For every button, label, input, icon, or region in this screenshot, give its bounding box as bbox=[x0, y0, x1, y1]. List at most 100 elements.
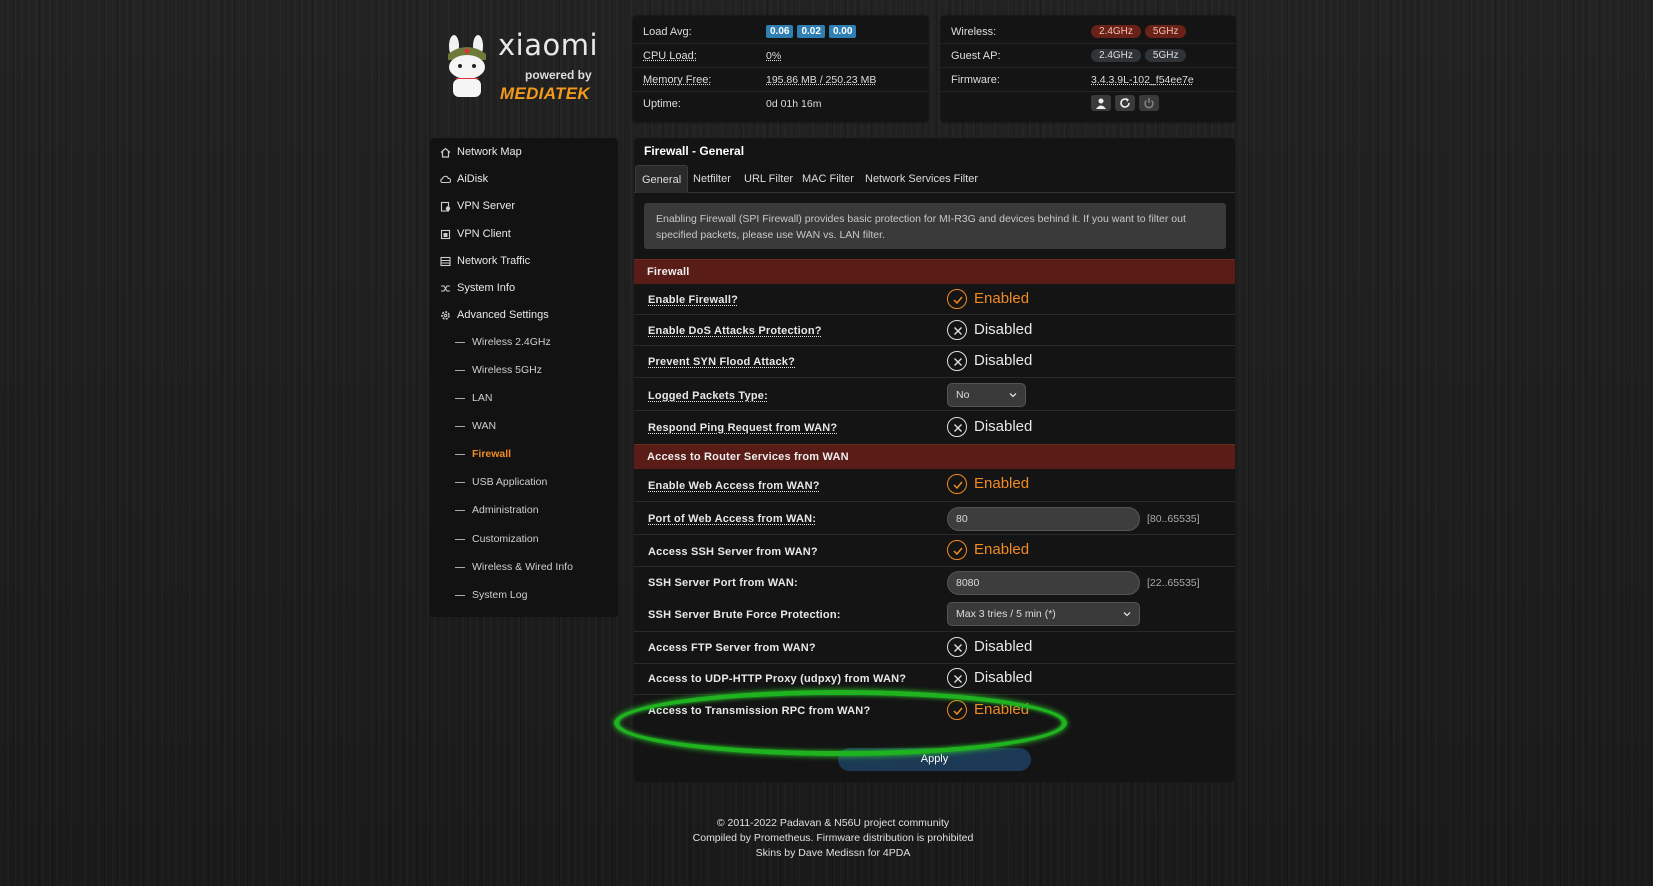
row-web-port: Port of Web Access from WAN: 80 [80..655… bbox=[634, 502, 1235, 535]
sidebar-subitem-label: Wireless 5GHz bbox=[472, 364, 543, 376]
row-web-access: Enable Web Access from WAN? Enabled bbox=[634, 469, 1235, 502]
memory-label[interactable]: Memory Free: bbox=[643, 74, 711, 86]
tab-mac-filter[interactable]: MAC Filter bbox=[802, 165, 854, 193]
sidebar-item-network-map[interactable]: Network Map bbox=[430, 140, 618, 166]
sidebar-subitem-lan[interactable]: LAN bbox=[430, 386, 618, 412]
sidebar-subitem-label: Firewall bbox=[472, 448, 512, 460]
row-ssh-port: SSH Server Port from WAN: 8080 [22..6553… bbox=[634, 567, 1235, 599]
cpu-label[interactable]: CPU Load: bbox=[643, 50, 697, 62]
dash-icon bbox=[455, 595, 465, 596]
wireless-row: Wireless: 2.4GHz 5GHz bbox=[941, 20, 1235, 44]
user-icon[interactable] bbox=[1091, 95, 1111, 111]
uptime-label: Uptime: bbox=[643, 98, 681, 110]
tab-bar: General Netfilter URL Filter MAC Filter … bbox=[634, 165, 1235, 193]
select-value: No bbox=[956, 389, 970, 401]
tab-general[interactable]: General bbox=[635, 165, 689, 193]
sidebar-item-label: System Info bbox=[457, 282, 516, 294]
footer-skins: Skins by Dave Medissn for 4PDA bbox=[755, 847, 911, 859]
sidebar-subitem-administration[interactable]: Administration bbox=[430, 498, 618, 524]
row-dos-protection: Enable DoS Attacks Protection? Disabled bbox=[634, 315, 1235, 346]
sidebar-item-system-info[interactable]: System Info bbox=[430, 276, 618, 302]
row-ssh-access: Access SSH Server from WAN? Enabled bbox=[634, 535, 1235, 567]
brute-force-select[interactable]: Max 3 tries / 5 min (*) bbox=[947, 602, 1140, 626]
sidebar-subitem-wan[interactable]: WAN bbox=[430, 414, 618, 440]
dash-icon bbox=[455, 539, 465, 540]
x-icon bbox=[947, 320, 967, 340]
x-icon bbox=[947, 351, 967, 371]
syn-flood-label[interactable]: Prevent SYN Flood Attack? bbox=[648, 356, 795, 368]
web-port-range: [80..65535] bbox=[1147, 513, 1200, 525]
ssh-port-range: [22..65535] bbox=[1147, 577, 1200, 589]
firmware-value[interactable]: 3.4.3.9L-102_f54ee7e bbox=[1091, 74, 1194, 86]
wireless-status-panel: Wireless: 2.4GHz 5GHz Guest AP: 2.4GHz 5GH… bbox=[941, 16, 1235, 122]
check-icon bbox=[947, 474, 967, 494]
sidebar-subitem-usb-application[interactable]: USB Application bbox=[430, 470, 618, 496]
sidebar-subitem-label: Wireless & Wired Info bbox=[472, 561, 573, 573]
memory-row[interactable]: Memory Free: 195.86 MB / 250.23 MB bbox=[633, 68, 928, 92]
chevron-down-icon bbox=[1123, 612, 1131, 617]
section-title: Access to Router Services from WAN bbox=[647, 451, 849, 463]
sidebar-subitem-wireless-5[interactable]: Wireless 5GHz bbox=[430, 358, 618, 384]
dash-icon bbox=[455, 370, 465, 371]
brand-text: xiaomi bbox=[498, 28, 599, 62]
footer-compiled: Compiled by Prometheus. Firmware distrib… bbox=[692, 832, 974, 844]
shuffle-icon bbox=[441, 285, 450, 292]
udpxy-access-label: Access to UDP-HTTP Proxy (udpxy) from WA… bbox=[648, 673, 907, 685]
toggle-text: Enabled bbox=[974, 290, 1030, 307]
wireless-24-badge[interactable]: 2.4GHz bbox=[1091, 25, 1141, 38]
sidebar-item-network-traffic[interactable]: Network Traffic bbox=[430, 249, 618, 275]
tab-network-services-filter[interactable]: Network Services Filter bbox=[865, 165, 978, 193]
tab-netfilter[interactable]: Netfilter bbox=[693, 165, 731, 193]
logged-packets-select[interactable]: No bbox=[947, 383, 1026, 407]
refresh-icon[interactable] bbox=[1115, 95, 1135, 111]
toggle-text: Disabled bbox=[974, 418, 1033, 435]
row-brute-force: SSH Server Brute Force Protection: Max 3… bbox=[634, 599, 1235, 632]
tab-url-filter[interactable]: URL Filter bbox=[744, 165, 793, 193]
ping-wan-label[interactable]: Respond Ping Request from WAN? bbox=[648, 422, 837, 434]
guest-24-badge[interactable]: 2.4GHz bbox=[1091, 49, 1141, 62]
ftp-access-label: Access FTP Server from WAN? bbox=[648, 642, 816, 654]
sidebar-subitem-wireless-24[interactable]: Wireless 2.4GHz bbox=[430, 330, 618, 356]
toggle-text: Disabled bbox=[974, 638, 1033, 655]
ssh-port-input[interactable]: 8080 bbox=[947, 571, 1140, 595]
dos-protection-label[interactable]: Enable DoS Attacks Protection? bbox=[648, 325, 822, 337]
load-avg-1: 0.06 bbox=[766, 25, 794, 38]
memory-value[interactable]: 195.86 MB / 250.23 MB bbox=[766, 74, 876, 86]
row-udpxy-access: Access to UDP-HTTP Proxy (udpxy) from WA… bbox=[634, 664, 1235, 695]
sidebar-item-vpn-client[interactable]: VPN Client bbox=[430, 222, 618, 248]
enable-firewall-label[interactable]: Enable Firewall? bbox=[648, 294, 738, 306]
power-icon[interactable] bbox=[1139, 95, 1159, 111]
x-icon bbox=[947, 637, 967, 657]
sidebar-subitem-label: USB Application bbox=[472, 476, 548, 488]
cpu-row[interactable]: CPU Load: 0% bbox=[633, 44, 928, 68]
cpu-value[interactable]: 0% bbox=[766, 50, 781, 62]
uptime-value: 0d 01h 16m bbox=[766, 98, 822, 110]
logged-packets-label[interactable]: Logged Packets Type: bbox=[648, 390, 768, 402]
guest-5-badge[interactable]: 5GHz bbox=[1144, 49, 1187, 62]
sidebar-subitem-wireless-wired-info[interactable]: Wireless & Wired Info bbox=[430, 555, 618, 581]
sidebar-item-aidisk[interactable]: AiDisk bbox=[430, 167, 618, 193]
sidebar-subitem-system-log[interactable]: System Log bbox=[430, 583, 618, 609]
web-port-input[interactable]: 80 bbox=[947, 507, 1140, 531]
sidebar-subitem-customization[interactable]: Customization bbox=[430, 527, 618, 553]
sidebar-item-advanced-settings[interactable]: Advanced Settings bbox=[430, 303, 618, 329]
web-port-label[interactable]: Port of Web Access from WAN: bbox=[648, 513, 816, 525]
ssh-access-label: Access SSH Server from WAN? bbox=[648, 546, 818, 558]
sidebar-item-label: VPN Client bbox=[457, 228, 511, 240]
dash-icon bbox=[455, 454, 465, 455]
section-firewall-header: Firewall bbox=[634, 259, 1235, 284]
check-icon bbox=[947, 289, 967, 309]
apply-button[interactable]: Apply bbox=[838, 748, 1031, 771]
sidebar-subitem-firewall[interactable]: Firewall bbox=[430, 442, 618, 468]
load-avg-5: 0.02 bbox=[797, 25, 825, 38]
wireless-5-badge[interactable]: 5GHz bbox=[1144, 25, 1187, 38]
action-buttons bbox=[1091, 95, 1163, 111]
sidebar-subitem-label: WAN bbox=[472, 420, 497, 432]
sidebar-item-vpn-server[interactable]: VPN Server bbox=[430, 194, 618, 220]
web-access-label[interactable]: Enable Web Access from WAN? bbox=[648, 480, 820, 492]
toggle-text: Disabled bbox=[974, 669, 1033, 686]
wireless-label: Wireless: bbox=[951, 26, 997, 38]
powered-by-text: powered by bbox=[525, 68, 592, 82]
check-icon bbox=[947, 700, 967, 720]
row-enable-firewall: Enable Firewall? Enabled bbox=[634, 284, 1235, 315]
